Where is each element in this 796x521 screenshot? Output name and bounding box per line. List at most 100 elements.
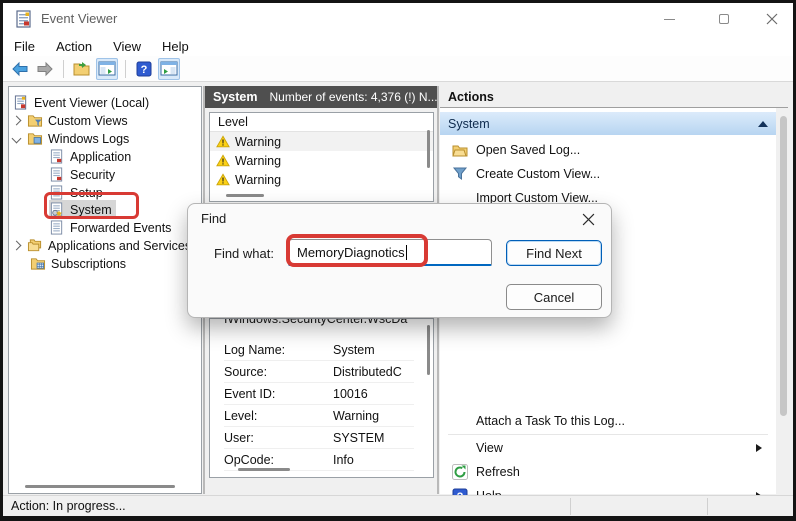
submenu-arrow-icon [756, 444, 762, 452]
svg-text:!: ! [222, 138, 225, 148]
warning-icon: ! [216, 135, 230, 148]
actions-panel-header: Actions [440, 86, 788, 108]
open-saved-log-button[interactable] [71, 58, 93, 80]
collapse-icon[interactable] [758, 120, 768, 127]
tree-item-custom-views[interactable]: Custom Views [11, 111, 128, 130]
status-divider [707, 498, 708, 515]
minimize-button[interactable] [648, 3, 690, 35]
detail-row: Log Name: System [224, 339, 414, 361]
tree-item-forwarded-events[interactable]: Forwarded Events [49, 218, 171, 237]
tree-item-security[interactable]: Security [49, 165, 115, 184]
status-bar: Action: In progress... [3, 495, 793, 516]
clipped-detail-text: IWindows.SecurityCenter.WscDa [224, 319, 408, 326]
chevron-right-icon[interactable] [11, 240, 22, 251]
events-pane-header: System Number of events: 4,376 (!) N... [205, 86, 437, 108]
find-what-label: Find what: [214, 246, 274, 261]
back-arrow-icon [12, 61, 28, 76]
open-folder-icon [452, 145, 468, 157]
open-folder-icon [73, 61, 90, 75]
title-bar: Event Viewer [3, 3, 793, 36]
close-button[interactable] [751, 3, 793, 35]
event-list-horizontal-scrollbar[interactable] [226, 194, 264, 197]
action-create-custom-view[interactable]: Create Custom View... [440, 162, 776, 186]
tree-item-windows-logs[interactable]: Windows Logs [11, 129, 129, 148]
screenshot-frame: Event Viewer File Action View Help ? Eve… [0, 0, 796, 521]
show-console-tree-button[interactable] [96, 57, 118, 80]
log-file-icon [50, 167, 63, 182]
dialog-close-button[interactable] [575, 208, 601, 230]
detail-value: 10016 [333, 386, 368, 401]
help-icon: ? [136, 61, 152, 76]
back-button[interactable] [9, 58, 31, 80]
action-attach-task-to-log[interactable]: Attach a Task To this Log... [440, 409, 776, 433]
detail-label: Level: [224, 408, 258, 423]
show-action-pane-button[interactable] [158, 57, 180, 80]
windows-logs-icon [27, 133, 43, 145]
annotation-box-system-tree-item [44, 192, 139, 219]
annotation-box-find-input [286, 234, 428, 267]
window-title: Event Viewer [41, 11, 118, 26]
refresh-icon [452, 464, 468, 480]
event-level: Warning [235, 172, 282, 187]
level-column-header[interactable]: Level [210, 113, 433, 132]
tree-item-label: Subscriptions [51, 256, 127, 271]
applications-services-icon [27, 239, 42, 252]
detail-row: Source: DistributedC [224, 361, 414, 383]
menu-help[interactable]: Help [152, 37, 199, 56]
dialog-title: Find [201, 211, 227, 226]
tree-item-event-viewer-local[interactable]: Event Viewer (Local) [13, 93, 149, 112]
log-file-icon [50, 220, 63, 235]
action-open-saved-log[interactable]: Open Saved Log... [440, 138, 776, 162]
detail-label: OpCode: [224, 452, 275, 467]
action-label: Create Custom View... [476, 167, 601, 181]
details-vertical-scrollbar[interactable] [427, 325, 430, 375]
event-row[interactable]: ! Warning [210, 132, 433, 151]
menu-file[interactable]: File [4, 37, 45, 56]
chevron-down-icon[interactable] [11, 133, 22, 144]
details-horizontal-scrollbar[interactable] [238, 468, 290, 471]
event-viewer-window: Event Viewer File Action View Help ? Eve… [3, 3, 793, 516]
menu-action[interactable]: Action [46, 37, 102, 56]
tree-item-label: Forwarded Events [70, 220, 172, 235]
action-label: View [476, 441, 503, 455]
minimize-icon [663, 18, 675, 20]
actions-scrollbar-thumb[interactable] [780, 116, 787, 416]
action-label: Refresh [476, 465, 520, 479]
tree-item-subscriptions[interactable]: Subscriptions [30, 254, 126, 273]
console-tree-icon [98, 61, 116, 76]
actions-section-system[interactable]: System [440, 112, 776, 135]
events-pane-title: System [213, 90, 258, 104]
event-row[interactable]: ! Warning [210, 151, 433, 170]
detail-value: Info [333, 452, 354, 467]
tree-item-label: Event Viewer (Local) [34, 95, 150, 110]
tree-item-application[interactable]: Application [49, 147, 131, 166]
event-row[interactable]: ! Warning [210, 170, 433, 189]
tree-item-applications-and-services[interactable]: Applications and Services [11, 236, 191, 255]
svg-text:!: ! [222, 176, 225, 186]
action-view[interactable]: View [440, 436, 776, 460]
find-next-button[interactable]: Find Next [506, 240, 602, 266]
event-viewer-node-icon [14, 95, 27, 110]
forward-button[interactable] [34, 58, 56, 80]
help-button[interactable]: ? [133, 58, 155, 80]
toolbar: ? [3, 56, 793, 82]
tree-horizontal-scrollbar[interactable] [25, 485, 175, 488]
menu-view[interactable]: View [103, 37, 151, 56]
maximize-icon [719, 14, 729, 24]
detail-row: Event ID: 10016 [224, 383, 414, 405]
menu-bar: File Action View Help [3, 36, 793, 56]
detail-value: SYSTEM [333, 430, 385, 445]
chevron-right-icon[interactable] [11, 115, 22, 126]
detail-row: Level: Warning [224, 405, 414, 427]
event-list: Level ! Warning ! Warning ! Warning [209, 112, 434, 202]
action-refresh[interactable]: Refresh [440, 460, 776, 484]
detail-value: System [333, 342, 375, 357]
event-viewer-app-icon [16, 10, 31, 28]
close-icon [766, 13, 778, 25]
tree-item-label: Security [70, 167, 116, 182]
actions-scrollbar-track[interactable] [778, 108, 789, 494]
console-tree-panel: Event Viewer (Local) Custom Views Window… [8, 86, 202, 494]
cancel-button[interactable]: Cancel [506, 284, 602, 310]
maximize-button[interactable] [703, 3, 745, 35]
event-list-vertical-scrollbar[interactable] [427, 130, 430, 168]
